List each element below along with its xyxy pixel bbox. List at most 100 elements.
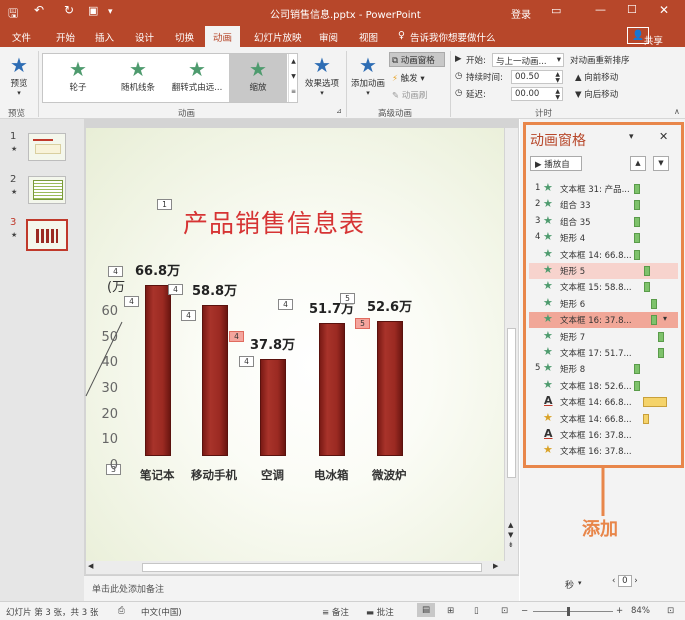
animation-order-tag-selected: 5 (355, 318, 370, 329)
zoom-slider-thumb[interactable] (567, 607, 570, 616)
start-from-beginning-icon[interactable]: ▣ (88, 4, 98, 17)
tell-me-box[interactable]: 告诉我你想要做什么 (410, 30, 496, 44)
effect-random-bars[interactable]: ★ 随机线条 (113, 57, 163, 93)
redo-icon[interactable]: ↻ (64, 3, 74, 17)
language-status[interactable]: 中文(中国) (141, 606, 182, 618)
slideshow-icon[interactable]: ⊡ (501, 606, 508, 616)
vertical-scrollbar[interactable]: ▲ ▼ ⇟ (505, 128, 518, 561)
highlight-frame (523, 122, 684, 468)
comments-label: 批注 (376, 608, 394, 618)
slide-thumbnail-2[interactable] (28, 176, 66, 204)
thumbnail-content (36, 229, 58, 243)
effect-label: 翻转式由远... (171, 83, 223, 93)
y-tick-label: 30 (101, 381, 118, 396)
login-link[interactable]: 登录 (511, 6, 531, 21)
collapse-ribbon-icon[interactable]: ∧ (674, 107, 680, 116)
data-label[interactable]: 37.8万 (250, 334, 295, 353)
bar[interactable] (260, 358, 286, 456)
animation-pane-button[interactable]: ⧉ 动画窗格 (389, 52, 445, 67)
delay-field[interactable]: 00.00 ▲ ▼ (511, 87, 563, 101)
zoom-slider[interactable] (533, 607, 613, 616)
spinner-icon: ▲ ▼ (555, 88, 560, 101)
zoom-out-icon[interactable]: − (521, 606, 528, 616)
add-animation-button[interactable]: ★ 添加动画 ▾ (349, 53, 387, 97)
trigger-button[interactable]: ⚡ 触发 ▾ (392, 72, 425, 84)
seconds-label: 秒 (565, 581, 575, 591)
notes-button[interactable]: ≡ 备注 (322, 606, 349, 618)
animation-order-tag: 4 (278, 299, 293, 310)
scroll-arrows[interactable]: ▲ ▼ ⇟ (508, 520, 514, 550)
ribbon: ★ 预览 ▾ 预览 ★ 轮子 ★ 随机线条 ★ 翻转式由远... ★ 缩放 ▲ ▼… (0, 47, 685, 119)
tab-design[interactable]: 设计 (135, 30, 154, 44)
notes-pane[interactable]: 单击此处添加备注 (84, 575, 519, 601)
close-icon[interactable]: ✕ (659, 3, 669, 17)
reading-view-icon[interactable]: ▯ (474, 606, 479, 616)
advanced-animation-group-label: 高级动画 (378, 109, 413, 119)
animation-order-tag: 4 (168, 284, 183, 295)
bar[interactable] (377, 320, 403, 456)
zoom-level[interactable]: 84% (631, 606, 650, 616)
spellcheck-icon[interactable]: ⎙ (118, 606, 125, 616)
effect-options-button[interactable]: ★ 效果选项 ▾ (302, 53, 342, 97)
animation-group-label: 动画 (178, 109, 196, 119)
star-icon: ★ (188, 57, 206, 81)
effect-flip[interactable]: ★ 翻转式由远... (167, 57, 227, 93)
data-label[interactable]: 58.8万 (192, 280, 237, 299)
scroll-left-icon[interactable]: ◀ (88, 562, 93, 570)
tab-file[interactable]: 文件 (12, 30, 31, 44)
tab-insert[interactable]: 插入 (95, 30, 114, 44)
move-earlier-label: 向前移动 (584, 73, 619, 83)
data-label[interactable]: 52.6万 (367, 296, 412, 315)
bar[interactable] (145, 284, 171, 456)
undo-icon[interactable]: ↶ (34, 3, 44, 17)
duration-field[interactable]: 00.50 ▲ ▼ (511, 70, 563, 84)
notes-placeholder[interactable]: 单击此处添加备注 (92, 582, 164, 595)
gallery-scroll[interactable]: ▲ ▼ ≡ (288, 54, 298, 102)
tab-home[interactable]: 开始 (56, 30, 75, 44)
tab-transitions[interactable]: 切换 (175, 30, 194, 44)
dialog-launcher-icon[interactable]: ⊿ (336, 107, 342, 115)
timeline-zoom[interactable]: ‹ 0 › (612, 575, 638, 587)
ribbon-display-icon[interactable]: ▭ (551, 4, 561, 17)
tab-animations[interactable]: 动画 (205, 26, 241, 47)
comments-button[interactable]: ▬ 批注 (366, 606, 394, 618)
normal-view-icon[interactable]: ▤ (417, 603, 436, 617)
tab-review[interactable]: 审阅 (319, 30, 338, 44)
effect-zoom[interactable]: ★ 缩放 (229, 54, 287, 102)
bar[interactable] (202, 305, 228, 456)
scroll-right-icon[interactable]: ▶ (493, 562, 498, 570)
save-icon[interactable]: 🖫 (8, 4, 18, 25)
slide-sorter-icon[interactable]: ⊞ (447, 606, 454, 616)
minimize-icon[interactable]: — (595, 3, 606, 16)
share-button[interactable]: 👤 共享 (627, 27, 663, 47)
duration-label: 持续时间: (466, 73, 503, 83)
start-select[interactable]: 与上一动画... ▾ (492, 53, 564, 67)
animation-order-tag: 1 (157, 199, 172, 210)
scroll-thumb[interactable] (142, 563, 482, 572)
bar[interactable] (319, 323, 345, 456)
fit-to-window-icon[interactable]: ⊡ (667, 606, 674, 616)
painter-icon: ✎ (392, 91, 400, 101)
animation-painter-button[interactable]: ✎ 动画刷 (392, 89, 427, 101)
preview-button[interactable]: ★ 预览 ▾ (4, 53, 34, 101)
data-label[interactable]: 66.8万 (135, 260, 180, 279)
move-earlier-button[interactable]: ▲ 向前移动 (575, 71, 618, 83)
slide-thumbnail-3[interactable] (26, 219, 68, 251)
chevron-down-icon: ▾ (556, 55, 561, 65)
effect-wheel[interactable]: ★ 轮子 (53, 57, 103, 93)
horizontal-scrollbar[interactable]: ◀ ▶ (86, 561, 518, 574)
slide-title[interactable]: 产品销售信息表 (183, 204, 365, 240)
thumbnail-content (33, 180, 63, 200)
scroll-thumb[interactable] (507, 328, 516, 478)
tab-view[interactable]: 视图 (359, 30, 378, 44)
customize-qat-icon[interactable]: ▾ (108, 7, 113, 17)
separator (450, 51, 451, 117)
thumbnail-content (35, 144, 61, 154)
tab-slideshow[interactable]: 幻灯片放映 (254, 30, 302, 44)
move-later-button[interactable]: ▼ 向后移动 (575, 88, 618, 100)
maximize-icon[interactable]: ☐ (627, 3, 637, 16)
chevron-down-icon[interactable]: ▾ (578, 579, 582, 587)
thumbnail-animation-star: ★ (11, 188, 18, 196)
zoom-in-icon[interactable]: + (616, 606, 623, 616)
slide-thumbnail-1[interactable] (28, 133, 66, 161)
